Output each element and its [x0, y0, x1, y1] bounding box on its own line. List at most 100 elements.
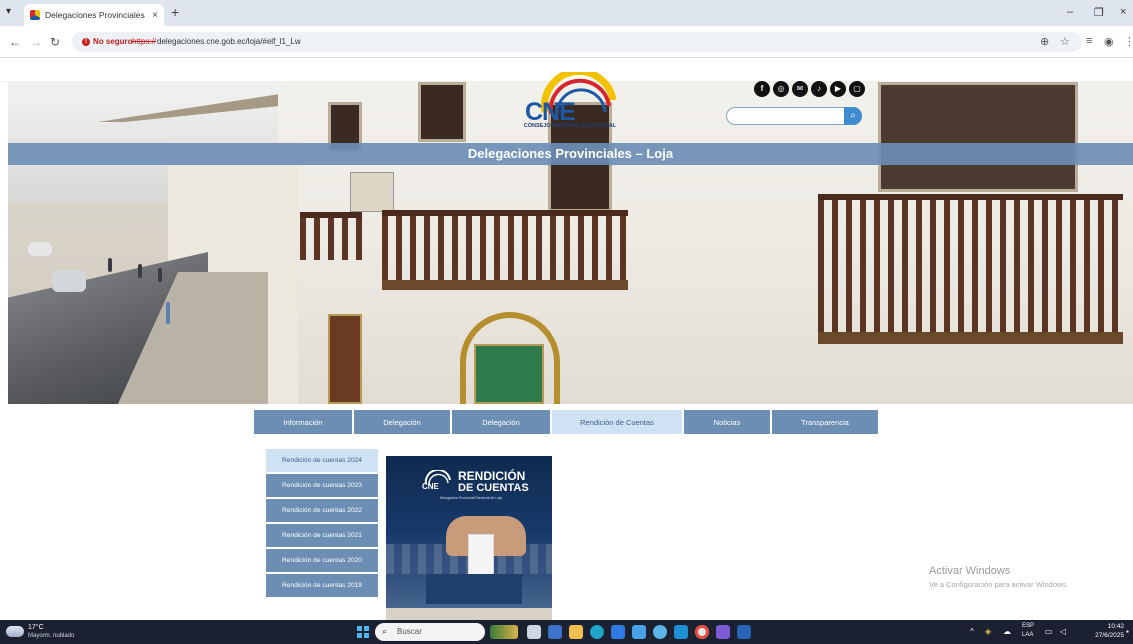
restore-icon[interactable]: ❐ — [1094, 6, 1104, 19]
search-icon[interactable]: ⌕ — [844, 107, 862, 125]
balcony — [818, 194, 1123, 336]
tab-search-chevron-icon[interactable]: ▾ — [6, 6, 11, 17]
poster-title-line2: DE CUENTAS — [458, 482, 529, 494]
cne-logo[interactable]: CNE CONSEJO NACIONAL ELECTORAL — [515, 72, 625, 134]
flickr-icon[interactable]: ▢ — [849, 81, 865, 97]
store-icon[interactable] — [611, 625, 625, 639]
social-links: f ◎ ✉ ♪ ▶ ▢ — [754, 81, 865, 97]
tab-informacion[interactable]: Información — [254, 410, 352, 434]
back-icon[interactable]: ← — [9, 35, 21, 49]
year-item-2021[interactable]: Rendición de cuentas 2021 — [266, 524, 378, 547]
logo-subtitle: CONSEJO NACIONAL ELECTORAL — [523, 123, 617, 129]
reload-icon[interactable]: ↻ — [50, 35, 60, 49]
door — [328, 314, 362, 404]
taskbar: 17°C Mayorm. nublado ⌕ Buscar ^ ◈ ☁ ESP … — [0, 620, 1133, 644]
site-search: ⌕ — [726, 107, 862, 125]
tab-title: Delegaciones Provinciales – Loj — [45, 10, 147, 20]
extensions-icon[interactable]: ≡ — [1086, 35, 1092, 47]
layout-indicator[interactable]: LAA — [1022, 632, 1033, 638]
app-icon[interactable] — [716, 625, 730, 639]
onedrive-icon[interactable]: ☁ — [1003, 627, 1011, 636]
network-icon[interactable]: ▭ — [1045, 627, 1053, 636]
new-tab-button[interactable]: + — [171, 4, 179, 20]
year-item-2019[interactable]: Rendición de cuentas 2019 — [266, 574, 378, 597]
file-explorer-icon[interactable] — [569, 625, 583, 639]
volume-icon[interactable]: ◁ — [1060, 627, 1066, 636]
year-list: Rendición de cuentas 2024 Rendición de c… — [266, 449, 378, 597]
widgets-icon[interactable] — [490, 625, 518, 639]
mail-icon[interactable] — [632, 625, 646, 639]
year-item-2020[interactable]: Rendición de cuentas 2020 — [266, 549, 378, 572]
pedestrian — [166, 302, 170, 324]
poster-title-line1: RENDICIÓN — [458, 469, 526, 483]
browser-tab[interactable]: Delegaciones Provinciales – Loj × — [24, 4, 164, 26]
window — [878, 82, 1078, 192]
tab-delegacion-1[interactable]: Delegación — [354, 410, 450, 434]
language-indicator[interactable]: ESP — [1022, 623, 1034, 629]
year-item-2023[interactable]: Rendición de cuentas 2023 — [266, 474, 378, 497]
instagram-icon[interactable]: ◎ — [773, 81, 789, 97]
tab-rendicion-de-cuentas[interactable]: Rendición de Cuentas — [552, 410, 682, 434]
year-item-2022[interactable]: Rendición de cuentas 2022 — [266, 499, 378, 522]
section-menu: Información Delegación Delegación Rendic… — [254, 410, 878, 434]
clock-date[interactable]: 27/6/2025 — [1086, 632, 1124, 639]
taskbar-search-label: Buscar — [397, 627, 422, 636]
teams-icon[interactable] — [548, 625, 562, 639]
title-strip: Delegaciones Provinciales – Loja — [8, 143, 1133, 165]
activation-watermark-title: Activar Windows — [929, 565, 1011, 577]
year-item-2024[interactable]: Rendición de cuentas 2024 — [266, 449, 378, 472]
address-bar[interactable]: ! No seguro https:// delegaciones.cne.go… — [72, 32, 1082, 52]
balcony-base — [382, 280, 628, 290]
balcony-base — [818, 332, 1123, 344]
poster-cne-text: CNE — [422, 482, 439, 491]
star-icon[interactable]: ☆ — [1060, 35, 1070, 48]
edge-icon[interactable] — [590, 625, 604, 639]
tiktok-icon[interactable]: ♪ — [811, 81, 827, 97]
search-icon: ⌕ — [382, 626, 388, 636]
weather-description[interactable]: Mayorm. nublado — [28, 633, 74, 639]
outlook-icon[interactable] — [674, 625, 688, 639]
tab-noticias[interactable]: Noticias — [684, 410, 770, 434]
taskbar-search[interactable]: ⌕ Buscar — [375, 623, 485, 641]
pedestrian — [158, 268, 162, 282]
browser-toolbar: ← → ↻ ! No seguro https:// delegaciones.… — [0, 26, 1133, 58]
poster-ballot — [468, 534, 494, 578]
chrome-icon[interactable] — [695, 625, 709, 639]
security-indicator[interactable]: ! No seguro — [82, 37, 133, 46]
tab-delegacion-2[interactable]: Delegación — [452, 410, 550, 434]
poster-tagline: Delegación Provincial Electoral de Loja — [439, 496, 503, 500]
security-tray-icon[interactable]: ◈ — [985, 627, 991, 636]
cne-favicon-icon — [30, 10, 40, 20]
task-view-icon[interactable] — [527, 625, 541, 639]
forward-icon[interactable]: → — [30, 35, 42, 49]
profile-icon[interactable]: ◉ — [1104, 35, 1114, 48]
url-scheme: https:// — [132, 37, 157, 46]
youtube-icon[interactable]: ▶ — [830, 81, 846, 97]
tab-close-icon[interactable]: × — [152, 10, 158, 21]
weather-temperature[interactable]: 17°C — [28, 624, 44, 631]
tab-transparencia[interactable]: Transparencia — [772, 410, 878, 434]
car — [28, 242, 52, 256]
window-close-icon[interactable]: × — [1120, 6, 1126, 18]
cloud-icon[interactable] — [6, 626, 24, 637]
photos-icon[interactable] — [653, 625, 667, 639]
twitter-icon[interactable]: ✉ — [792, 81, 808, 97]
page-title: Delegaciones Provinciales – Loja — [467, 146, 674, 161]
rendicion-poster[interactable]: CNE RENDICIÓN DE CUENTAS Delegación Prov… — [386, 456, 552, 621]
more-icon[interactable]: ⋮ — [1124, 35, 1133, 48]
balcony — [382, 210, 628, 282]
institution-sign — [350, 172, 394, 212]
notifications-icon[interactable]: ▪ — [1126, 627, 1129, 636]
search-input[interactable] — [733, 110, 841, 123]
zoom-icon[interactable]: ⊕ — [1040, 35, 1049, 48]
car — [52, 270, 86, 292]
facebook-icon[interactable]: f — [754, 81, 770, 97]
minimize-icon[interactable]: – — [1067, 6, 1073, 18]
activation-watermark-subtitle: Ve a Configuración para activar Windows. — [929, 580, 1069, 589]
insecure-label: No seguro — [93, 37, 133, 46]
clock-time[interactable]: 10:42 — [1094, 623, 1124, 630]
word-icon[interactable] — [737, 625, 751, 639]
pedestrian — [138, 264, 142, 278]
windows-start-icon[interactable] — [357, 626, 369, 638]
chevron-up-icon[interactable]: ^ — [970, 627, 974, 636]
